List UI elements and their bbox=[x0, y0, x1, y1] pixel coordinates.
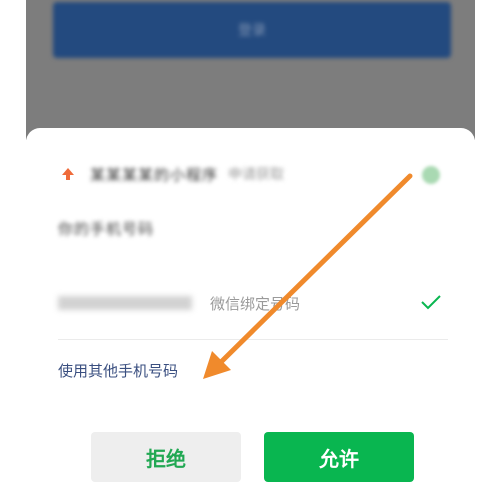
info-icon[interactable] bbox=[422, 166, 440, 184]
phone-number-masked bbox=[58, 296, 192, 310]
divider bbox=[58, 339, 448, 340]
background-login-button: 登录 bbox=[53, 2, 451, 58]
check-icon bbox=[420, 293, 442, 315]
sheet-subtitle: 你的手机号码 bbox=[58, 220, 155, 238]
app-request-text: 申请获取 bbox=[228, 167, 285, 183]
phone-label: 微信绑定号码 bbox=[210, 294, 301, 313]
sheet-header: 某某某某的小程序 申请获取 bbox=[60, 160, 440, 188]
use-other-phone-link[interactable]: 使用其他手机号码 bbox=[58, 360, 178, 381]
app-logo-icon bbox=[60, 166, 76, 182]
allow-button[interactable]: 允许 bbox=[264, 432, 414, 482]
reject-button[interactable]: 拒绝 bbox=[91, 432, 241, 482]
app-name: 某某某某的小程序 bbox=[90, 165, 219, 184]
phone-option-row[interactable]: 微信绑定号码 bbox=[58, 284, 448, 322]
screen: 登录 某某某某的小程序 申请获取 你的手机号码 微信绑定号码 使用其他手机号码 … bbox=[0, 0, 500, 488]
